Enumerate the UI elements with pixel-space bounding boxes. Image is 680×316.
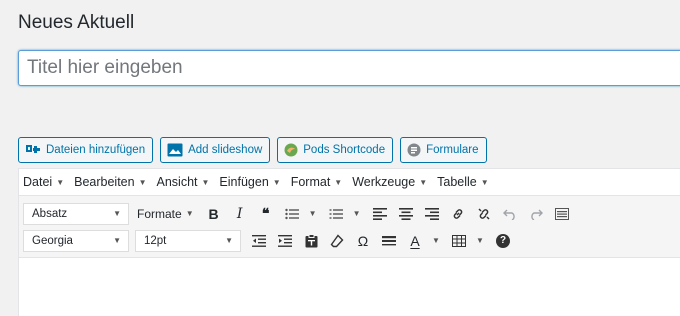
indent-icon[interactable]	[273, 229, 297, 253]
italic-button[interactable]: I	[228, 202, 252, 226]
chevron-down-icon: ▼	[272, 177, 281, 187]
add-media-label: Dateien hinzufügen	[46, 144, 146, 156]
forms-icon	[407, 143, 421, 157]
outdent-icon[interactable]	[247, 229, 271, 253]
chevron-down-icon: ▼	[201, 177, 210, 187]
menu-label: Ansicht	[156, 175, 198, 189]
pods-icon	[284, 143, 298, 157]
add-slideshow-button[interactable]: Add slideshow	[160, 137, 271, 163]
toolbar-toggle-icon[interactable]	[550, 202, 574, 226]
editor-content-area[interactable]	[19, 258, 680, 316]
blockquote-button[interactable]: ❝	[254, 202, 278, 226]
chevron-down-icon: ▼	[225, 236, 233, 245]
special-character-button[interactable]: Ω	[351, 229, 375, 253]
editor-toolbar: Absatz ▼ Formate ▼ B I ❝ ▼ ▼ Georgia ▼ 1…	[19, 196, 680, 258]
menu-ansicht[interactable]: Ansicht ▼	[157, 175, 210, 189]
menu-label: Datei	[23, 175, 53, 189]
title-input[interactable]	[18, 50, 680, 86]
menubar: Datei ▼ Bearbeiten ▼ Ansicht ▼ Einfügen ▼ Fo…	[19, 169, 680, 196]
font-size-value: 12pt	[144, 234, 167, 247]
bullet-list-icon[interactable]	[280, 202, 304, 226]
bold-button[interactable]: B	[202, 202, 226, 226]
menu-datei[interactable]: Datei ▼	[23, 175, 64, 189]
toolbar-row-2: Georgia ▼ 12pt ▼ Ω A ▼ ▼ ?	[19, 227, 680, 254]
menu-label: Werkzeuge	[352, 175, 416, 189]
numbered-list-icon[interactable]	[324, 202, 348, 226]
paste-text-icon[interactable]	[299, 229, 323, 253]
block-format-select[interactable]: Absatz ▼	[23, 202, 129, 225]
chevron-down-icon: ▼	[113, 209, 121, 218]
media-buttons: Dateien hinzufügen Add slideshow Pods Sh…	[18, 137, 487, 163]
align-right-icon[interactable]	[420, 202, 444, 226]
menu-label: Bearbeiten	[74, 175, 135, 189]
align-left-icon[interactable]	[368, 202, 392, 226]
chevron-down-icon: ▼	[138, 177, 147, 187]
editor: Datei ▼ Bearbeiten ▼ Ansicht ▼ Einfügen ▼ Fo…	[18, 168, 680, 316]
chevron-down-icon: ▼	[480, 177, 489, 187]
menu-label: Format	[290, 175, 331, 189]
link-icon[interactable]	[446, 202, 470, 226]
undo-icon[interactable]	[498, 202, 522, 226]
redo-icon[interactable]	[524, 202, 548, 226]
align-center-icon[interactable]	[394, 202, 418, 226]
menu-label: Einfügen	[219, 175, 269, 189]
clear-formatting-icon[interactable]	[325, 229, 349, 253]
menu-bearbeiten[interactable]: Bearbeiten ▼	[74, 175, 146, 189]
text-color-button[interactable]: A	[403, 229, 427, 253]
font-family-select[interactable]: Georgia ▼	[23, 229, 129, 252]
menu-label: Tabelle	[437, 175, 477, 189]
menu-tabelle[interactable]: Tabelle ▼	[437, 175, 489, 189]
formats-dropdown[interactable]: Formate ▼	[137, 207, 194, 221]
chevron-down-icon[interactable]: ▼	[473, 229, 487, 253]
chevron-down-icon: ▼	[185, 209, 194, 218]
formats-label: Formate	[137, 206, 182, 221]
help-glyph: ?	[496, 233, 510, 248]
toolbar-row-1: Absatz ▼ Formate ▼ B I ❝ ▼ ▼	[19, 200, 680, 227]
page-title: Neues Aktuell	[18, 12, 135, 33]
chevron-down-icon: ▼	[113, 236, 121, 245]
add-slideshow-label: Add slideshow	[188, 144, 263, 156]
media-add-icon	[25, 143, 41, 157]
forms-label: Formulare	[426, 144, 479, 156]
horizontal-rule-icon[interactable]	[377, 229, 401, 253]
chevron-down-icon[interactable]: ▼	[429, 229, 443, 253]
pods-shortcode-label: Pods Shortcode	[303, 144, 386, 156]
menu-format[interactable]: Format ▼	[291, 175, 343, 189]
help-icon[interactable]: ?	[491, 229, 515, 253]
unlink-icon[interactable]	[472, 202, 496, 226]
chevron-down-icon[interactable]: ▼	[306, 202, 320, 226]
chevron-down-icon[interactable]: ▼	[350, 202, 364, 226]
menu-werkzeuge[interactable]: Werkzeuge ▼	[352, 175, 427, 189]
chevron-down-icon: ▼	[334, 177, 343, 187]
font-size-select[interactable]: 12pt ▼	[135, 229, 241, 252]
block-format-value: Absatz	[32, 207, 68, 220]
chevron-down-icon: ▼	[419, 177, 428, 187]
table-icon[interactable]	[447, 229, 471, 253]
font-family-value: Georgia	[32, 234, 73, 247]
menu-einfuegen[interactable]: Einfügen ▼	[219, 175, 280, 189]
add-media-button[interactable]: Dateien hinzufügen	[18, 137, 154, 163]
chevron-down-icon: ▼	[56, 177, 65, 187]
pods-shortcode-button[interactable]: Pods Shortcode	[277, 137, 394, 163]
slideshow-icon	[167, 143, 183, 157]
forms-button[interactable]: Formulare	[400, 137, 487, 163]
